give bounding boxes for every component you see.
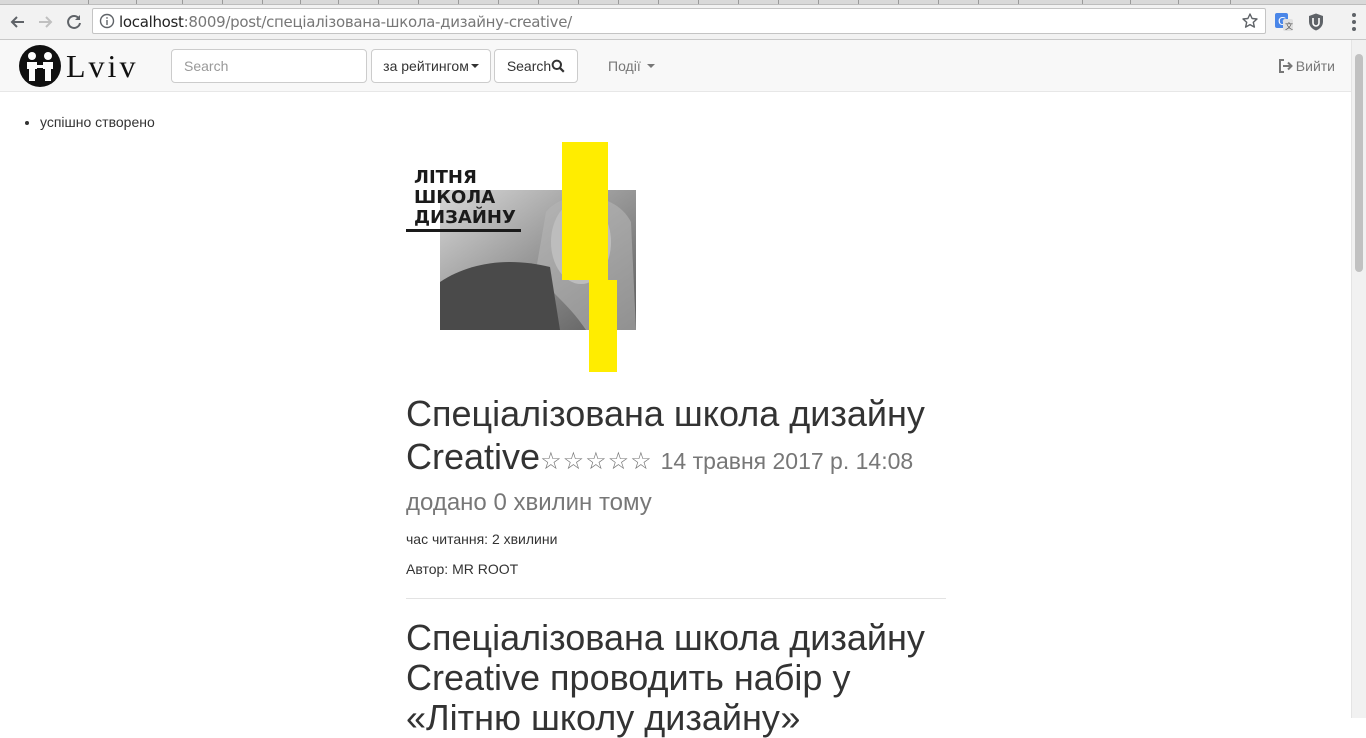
info-icon[interactable]	[99, 13, 115, 34]
flash-messages: успішно створено	[24, 114, 155, 130]
browser-toolbar: localhost:8009/post/спеціалізована-школа…	[0, 5, 1366, 40]
tab-separators	[0, 0, 1366, 4]
brand-name: Lviv	[66, 48, 139, 84]
search-button-label: Search	[506, 58, 552, 74]
post-author: Автор: MR ROOT	[406, 561, 519, 577]
brand-logo[interactable]: Lviv	[18, 45, 138, 87]
star-icon[interactable]	[1241, 12, 1259, 35]
caret-down-icon	[646, 63, 655, 68]
flash-message: успішно створено	[40, 114, 155, 130]
svg-text:文: 文	[1285, 21, 1293, 31]
content-divider	[406, 598, 946, 599]
post-body-headline: Спеціалізована школа дизайну Creative пр…	[406, 617, 925, 738]
poster-line-2: ШКОЛА	[414, 187, 495, 208]
scrollbar-thumb[interactable]	[1355, 54, 1363, 272]
post-image: ЛІТНЯ ШКОЛА ДИЗАЙНУ	[406, 142, 636, 372]
search-button[interactable]: Search	[494, 49, 578, 83]
site-navbar: Lviv за рейтингом Search Події Вийти	[0, 40, 1351, 92]
sort-dropdown-button[interactable]: за рейтингом	[371, 49, 491, 83]
page-scrollbar[interactable]	[1351, 40, 1366, 718]
search-input[interactable]	[171, 49, 367, 83]
logout-label: Вийти	[1295, 57, 1335, 74]
rating-stars[interactable]: ☆☆☆☆☆	[540, 448, 653, 475]
search-icon	[551, 59, 565, 73]
poster-line-3: ДИЗАЙНУ	[414, 206, 516, 228]
post-date: 14 травня 2017 р. 14:08	[660, 448, 914, 474]
events-dropdown[interactable]: Події	[594, 40, 669, 91]
reading-time: час читання: 2 хвилини	[406, 531, 558, 547]
poster-line-1: ЛІТНЯ	[414, 167, 477, 188]
family-logo-icon	[19, 45, 61, 87]
post-title-line: Спеціалізована школа дизайну Creative☆☆☆…	[406, 392, 966, 483]
translate-icon[interactable]: G文	[1274, 12, 1294, 32]
reload-icon[interactable]	[61, 9, 87, 35]
logout-icon	[1278, 58, 1293, 73]
kebab-menu-icon[interactable]	[1346, 12, 1362, 32]
sort-dropdown-label: за рейтингом	[383, 58, 469, 74]
url-host: localhost	[119, 13, 184, 31]
logout-link[interactable]: Вийти	[1278, 40, 1335, 91]
post-header: Спеціалізована школа дизайну Creative☆☆☆…	[406, 392, 966, 483]
shield-icon[interactable]	[1306, 12, 1326, 32]
url-text: localhost:8009/post/спеціалізована-школа…	[119, 13, 572, 31]
url-path: :8009/post/спеціалізована-школа-дизайну-…	[183, 13, 573, 31]
events-dropdown-label: Події	[608, 57, 641, 74]
address-bar[interactable]: localhost:8009/post/спеціалізована-школа…	[92, 8, 1266, 34]
back-arrow-icon[interactable]	[5, 9, 31, 35]
post-added-time: додано 0 хвилин тому	[406, 489, 652, 516]
caret-down-icon	[470, 64, 479, 68]
forward-arrow-icon[interactable]	[32, 9, 58, 35]
